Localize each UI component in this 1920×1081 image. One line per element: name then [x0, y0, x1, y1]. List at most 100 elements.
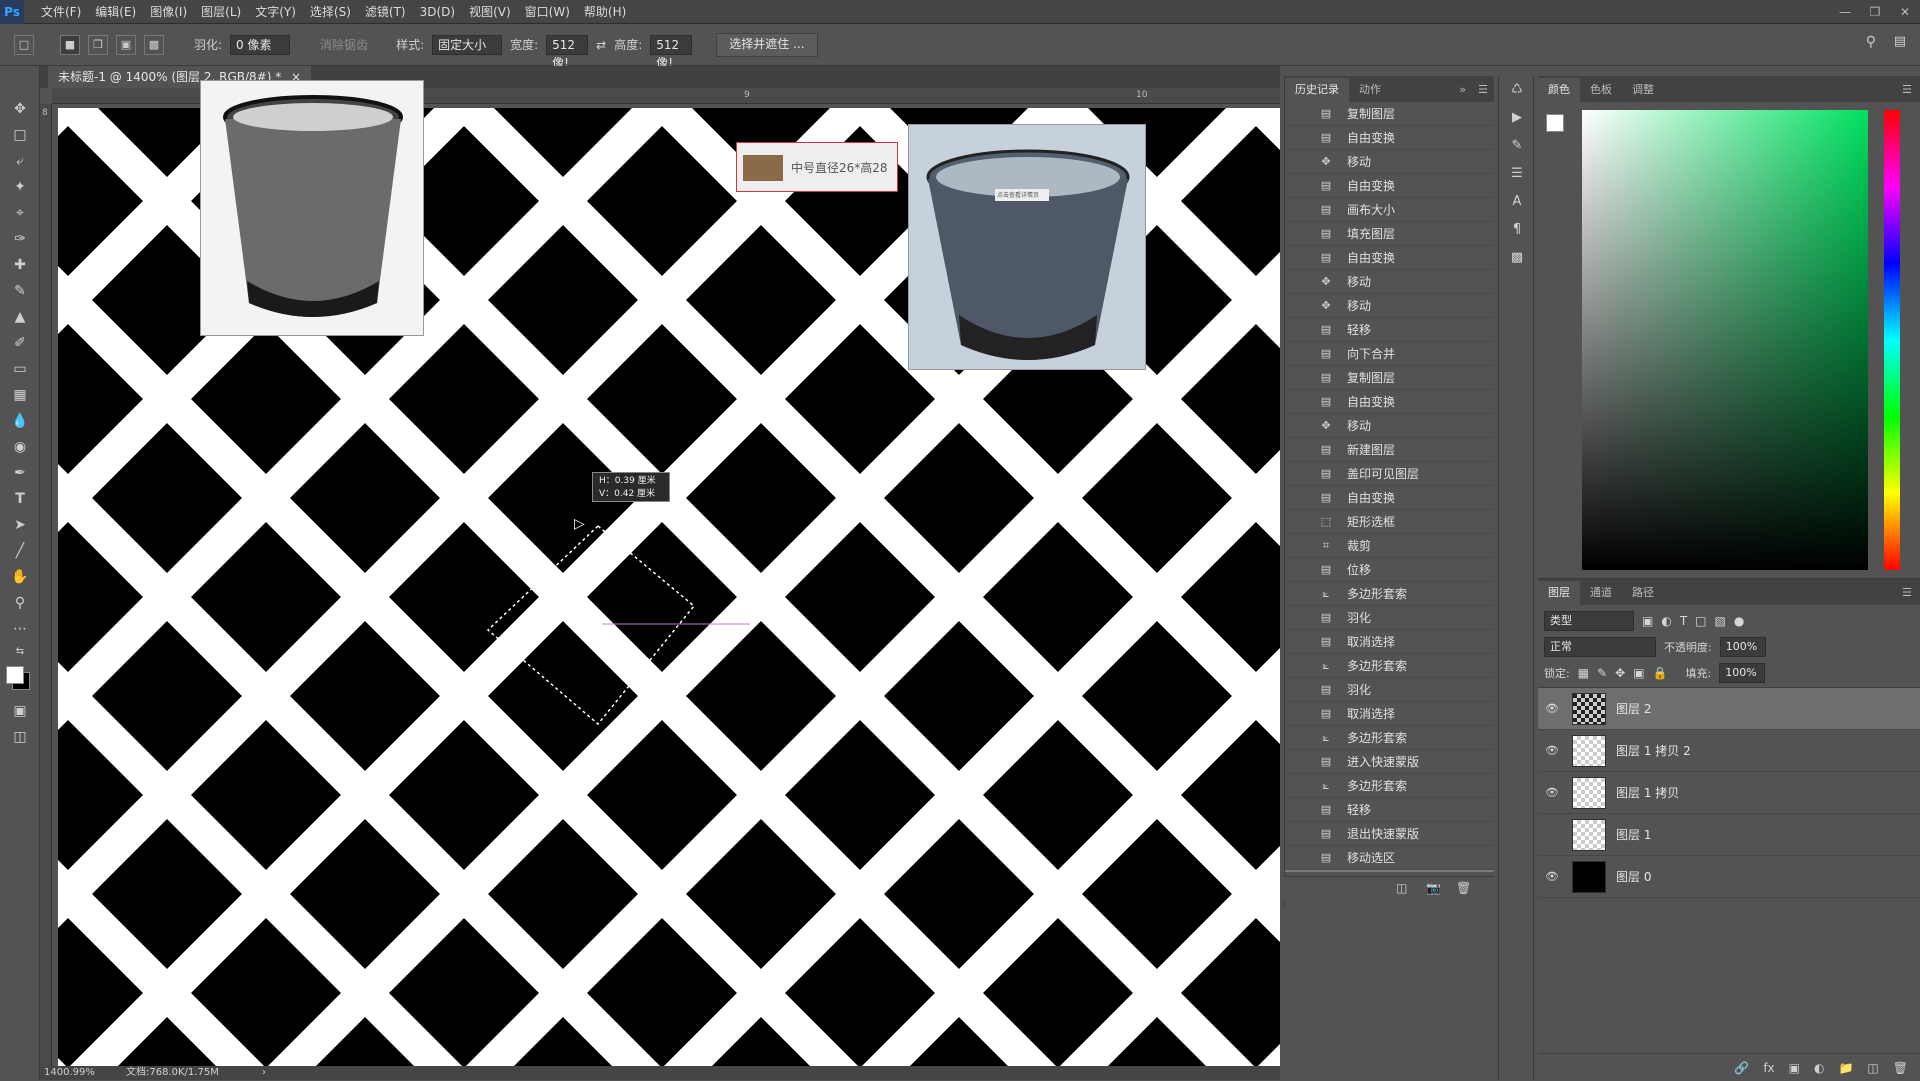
layer-name[interactable]: 图层 1 拷贝 2: [1616, 742, 1691, 759]
panel-menu-icon[interactable]: ☰: [1894, 78, 1920, 102]
history-item[interactable]: ✥ 移动: [1285, 270, 1494, 294]
history-item[interactable]: ✥ 移动: [1285, 294, 1494, 318]
menu-select[interactable]: 选择(S): [303, 3, 358, 20]
lock-artboard-icon[interactable]: ▣: [1633, 666, 1644, 680]
history-item[interactable]: ⟀ 多边形套索: [1285, 726, 1494, 750]
layer-filter-select[interactable]: 类型: [1544, 611, 1634, 631]
history-item[interactable]: ▤ 自由变换: [1285, 246, 1494, 270]
style-select[interactable]: 固定大小: [432, 34, 503, 55]
fill-input[interactable]: 100%: [1719, 663, 1766, 683]
magic-wand-tool-icon[interactable]: ✦: [0, 174, 40, 200]
tab-adjustments[interactable]: 调整: [1622, 78, 1664, 102]
menu-layer[interactable]: 图层(L): [194, 3, 248, 20]
panel-menu-icon[interactable]: ☰: [1472, 78, 1494, 102]
lock-position-icon[interactable]: ✥: [1615, 666, 1625, 680]
history-item[interactable]: ✥ 移动: [1285, 150, 1494, 174]
blend-mode-select[interactable]: 正常: [1544, 637, 1656, 657]
history-item[interactable]: ▤ 画布大小: [1285, 198, 1494, 222]
history-item[interactable]: ▤ 退出快速蒙版: [1285, 822, 1494, 846]
link-layers-icon[interactable]: 🔗: [1734, 1061, 1749, 1075]
layer-name[interactable]: 图层 1 拷贝: [1616, 784, 1679, 801]
new-selection-icon[interactable]: ■: [60, 34, 80, 55]
add-style-button[interactable]: fx: [1763, 1061, 1774, 1075]
menu-type[interactable]: 文字(Y): [248, 3, 303, 20]
height-input[interactable]: 512 像!: [650, 34, 693, 70]
menu-help[interactable]: 帮助(H): [577, 3, 633, 20]
more-tools-icon[interactable]: ⋯: [0, 616, 40, 642]
type-tool-icon[interactable]: T: [0, 486, 40, 512]
zoom-tool-icon[interactable]: ⚲: [0, 590, 40, 616]
history-item[interactable]: ▤ 羽化: [1285, 606, 1494, 630]
select-and-mask-button[interactable]: 选择并遮住 ...: [716, 32, 818, 57]
menu-window[interactable]: 窗口(W): [518, 3, 577, 20]
marquee-tool-preset-icon[interactable]: □: [14, 34, 34, 55]
swap-dimensions-icon[interactable]: ⇄: [596, 38, 606, 52]
hue-slider[interactable]: [1884, 110, 1900, 570]
brush-settings-icon[interactable]: ✎: [1499, 132, 1535, 160]
gradient-tool-icon[interactable]: ▦: [0, 382, 40, 408]
dodge-tool-icon[interactable]: ◉: [0, 434, 40, 460]
ruler-left[interactable]: 8: [40, 104, 52, 1066]
layer-name[interactable]: 图层 1: [1616, 826, 1651, 843]
panel-expand-icon[interactable]: »: [1453, 78, 1472, 102]
history-item[interactable]: ▤ 轻移: [1285, 798, 1494, 822]
history-item[interactable]: ▤ 取消选择: [1285, 702, 1494, 726]
product-tag-thumbnail[interactable]: 中号直径26*高28: [736, 142, 898, 192]
restore-icon[interactable]: ❐: [1860, 0, 1890, 24]
history-item[interactable]: ⟀ 多边形套索: [1285, 654, 1494, 678]
layer-row[interactable]: 👁 图层 1 拷贝: [1538, 772, 1920, 814]
filter-shape-icon[interactable]: □: [1695, 614, 1706, 628]
blur-tool-icon[interactable]: 💧: [0, 408, 40, 434]
filter-smart-object-icon[interactable]: ▧: [1715, 614, 1726, 628]
history-item[interactable]: ▤ 羽化: [1285, 678, 1494, 702]
tab-swatches[interactable]: 色板: [1580, 78, 1622, 102]
zoom-readout[interactable]: 1400.99%: [44, 1066, 95, 1080]
layer-comps-icon[interactable]: ▩: [1499, 244, 1535, 272]
menu-image[interactable]: 图像(I): [143, 3, 194, 20]
eraser-tool-icon[interactable]: ▭: [0, 356, 40, 382]
history-item[interactable]: ▤ 自由变换: [1285, 126, 1494, 150]
layer-row[interactable]: 👁 图层 2: [1538, 688, 1920, 730]
history-item[interactable]: ▤ 移动选区: [1285, 846, 1494, 870]
pen-tool-icon[interactable]: ✒: [0, 460, 40, 486]
history-item[interactable]: ▤ 自由变换: [1285, 390, 1494, 414]
visibility-eye-icon[interactable]: 👁: [1538, 702, 1566, 715]
layer-name[interactable]: 图层 2: [1616, 700, 1651, 717]
screen-mode-icon[interactable]: ◫: [0, 724, 40, 750]
history-item[interactable]: ▤ 自由变换: [1285, 174, 1494, 198]
foreground-color-swatch[interactable]: [6, 666, 24, 684]
history-item[interactable]: ▤ 新建图层: [1285, 438, 1494, 462]
filter-pixel-icon[interactable]: ▣: [1642, 614, 1653, 628]
menu-file[interactable]: 文件(F): [34, 3, 88, 20]
foreground-color-swatch[interactable]: [1546, 114, 1564, 132]
tab-history[interactable]: 历史记录: [1285, 78, 1349, 102]
visibility-eye-icon[interactable]: 👁: [1538, 744, 1566, 757]
stamp-tool-icon[interactable]: ▲: [0, 304, 40, 330]
history-item[interactable]: ▤填充: [1285, 870, 1494, 872]
tab-actions[interactable]: 动作: [1349, 78, 1391, 102]
trash-icon[interactable]: 🗑: [1456, 881, 1471, 895]
layer-row[interactable]: 👁 图层 0: [1538, 856, 1920, 898]
history-item[interactable]: ▤ 取消选择: [1285, 630, 1494, 654]
actions-play-icon[interactable]: ▶: [1499, 104, 1535, 132]
history-item[interactable]: ✥ 移动: [1285, 414, 1494, 438]
color-picker-field[interactable]: [1582, 110, 1868, 570]
history-item[interactable]: ▤ 复制图层: [1285, 102, 1494, 126]
layer-name[interactable]: 图层 0: [1616, 868, 1651, 885]
filter-toggle-icon[interactable]: ●: [1734, 614, 1744, 628]
add-mask-icon[interactable]: ▣: [1789, 1061, 1800, 1075]
menu-edit[interactable]: 编辑(E): [88, 3, 143, 20]
intersect-selection-icon[interactable]: ▩: [144, 34, 164, 55]
healing-brush-tool-icon[interactable]: ✚: [0, 252, 40, 278]
tab-color[interactable]: 颜色: [1538, 78, 1580, 102]
snapshot-icon[interactable]: 📷: [1426, 881, 1441, 895]
adjustments-icon[interactable]: ☰: [1499, 160, 1535, 188]
layer-row[interactable]: 👁 图层 1 拷贝 2: [1538, 730, 1920, 772]
new-adjustment-layer-icon[interactable]: ◐: [1814, 1061, 1824, 1075]
antialias-checkbox[interactable]: 消除锯齿: [320, 36, 368, 53]
hand-tool-icon[interactable]: ✋: [0, 564, 40, 590]
panel-menu-icon[interactable]: ☰: [1894, 581, 1920, 605]
history-item[interactable]: ▤ 复制图层: [1285, 366, 1494, 390]
menu-filter[interactable]: 滤镜(T): [358, 3, 413, 20]
tab-channels[interactable]: 通道: [1580, 581, 1622, 605]
